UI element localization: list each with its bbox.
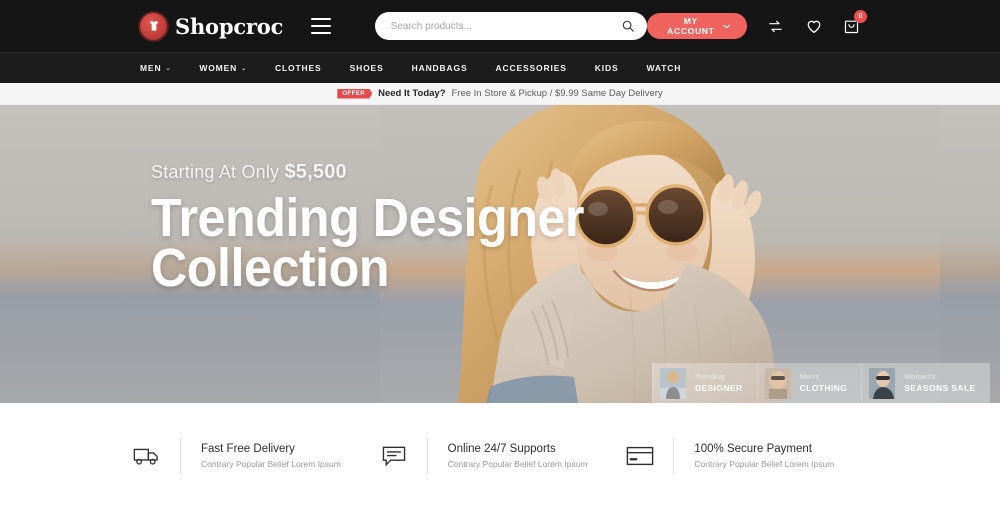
- promo-text: Trending DESIGNER: [695, 371, 743, 394]
- feature-title: Online 24/7 Supports: [447, 443, 556, 455]
- feature-online-support: Online 24/7 Supports Contrary Popular Be…: [377, 438, 624, 474]
- chevron-down-icon: ⌄: [241, 65, 248, 72]
- offer-badge: OFFER: [337, 88, 373, 99]
- promo-thumbnail: [660, 367, 686, 399]
- feature-fast-free-delivery: Fast Free Delivery Contrary Popular Beli…: [130, 438, 377, 474]
- hamburger-line: [311, 18, 331, 20]
- header-actions: MY ACCOUNT 0: [646, 10, 867, 39]
- nav-item-kids[interactable]: KIDS: [595, 63, 619, 73]
- nav-item-men[interactable]: MEN ⌄: [140, 63, 171, 73]
- my-account-button[interactable]: MY ACCOUNT: [646, 13, 748, 39]
- divider: [180, 438, 181, 474]
- nav-item-women[interactable]: WOMEN ⌄: [199, 63, 247, 73]
- nav-item-handbags[interactable]: HANDBAGS: [412, 63, 468, 73]
- feature-text: 100% Secure Payment Contrary Popular Bel…: [694, 443, 834, 469]
- hero-title-line-1: Trending Designer: [151, 188, 585, 248]
- tshirt-icon: [140, 12, 167, 40]
- nav-label: MEN: [140, 63, 162, 73]
- promo-subtitle: Men's: [799, 372, 820, 382]
- promo-card-seasons-sale[interactable]: Women's SEASONS SALE: [861, 363, 990, 403]
- promo-thumbnail: [869, 367, 896, 399]
- hero-kicker: Starting At Only $5,500: [151, 161, 617, 184]
- hero-price: $5,500: [284, 161, 347, 183]
- promo-card-clothing[interactable]: Men's CLOTHING: [756, 363, 862, 403]
- credit-card-icon: [623, 446, 657, 466]
- promo-text: Women's SEASONS SALE: [904, 371, 975, 394]
- nav-label: WOMEN: [199, 63, 238, 73]
- offer-banner: OFFER Need It Today? Free In Store & Pic…: [0, 83, 1000, 105]
- feature-title: 100% Secure Payment: [694, 443, 812, 455]
- logo[interactable]: Shopcroc: [140, 12, 284, 40]
- compare-arrows-icon[interactable]: [767, 16, 784, 36]
- chevron-down-icon: [723, 21, 730, 31]
- offer-headline: Need It Today?: [378, 88, 446, 99]
- delivery-truck-icon: [130, 445, 164, 467]
- divider: [673, 438, 675, 474]
- promo-subtitle: Trending: [695, 372, 725, 382]
- logo-text: Shopcroc: [175, 13, 284, 39]
- promo-text: Men's CLOTHING: [800, 371, 848, 394]
- hamburger-line: [311, 25, 331, 27]
- nav-item-shoes[interactable]: SHOES: [350, 63, 384, 73]
- hamburger-line: [311, 32, 331, 34]
- feature-title: Fast Free Delivery: [201, 443, 295, 455]
- hero-title: Trending Designer Collection: [151, 188, 585, 298]
- hamburger-icon[interactable]: [311, 18, 331, 34]
- nav-item-clothes[interactable]: CLOTHES: [275, 63, 322, 73]
- chat-bubble-icon: [377, 445, 411, 467]
- feature-subtitle: Contrary Popular Belief Lorem Ipsum: [447, 459, 588, 469]
- chevron-down-icon: ⌄: [165, 65, 172, 72]
- feature-subtitle: Contrary Popular Belief Lorem Ipsum: [694, 459, 835, 469]
- hero-banner: Starting At Only $5,500 Trending Designe…: [0, 105, 1000, 403]
- hero-copy: Starting At Only $5,500 Trending Designe…: [151, 161, 617, 298]
- promo-title: CLOTHING: [799, 382, 848, 393]
- promo-card-list: Trending DESIGNER Men's CLOTHING Women's…: [652, 363, 990, 403]
- promo-title: SEASONS SALE: [904, 382, 976, 393]
- promo-thumbnail: [764, 367, 791, 399]
- nav-item-watch[interactable]: WATCH: [646, 63, 681, 73]
- feature-text: Fast Free Delivery Contrary Popular Beli…: [201, 443, 341, 469]
- feature-strip: Fast Free Delivery Contrary Popular Beli…: [0, 403, 1000, 509]
- feature-text: Online 24/7 Supports Contrary Popular Be…: [448, 443, 588, 469]
- feature-secure-payment: 100% Secure Payment Contrary Popular Bel…: [623, 438, 870, 474]
- promo-subtitle: Women's: [904, 372, 936, 382]
- offer-detail: Free In Store & Pickup / $9.99 Same Day …: [451, 88, 663, 99]
- search-icon[interactable]: [621, 19, 635, 33]
- promo-card-designer[interactable]: Trending DESIGNER: [652, 363, 757, 403]
- nav-item-accessories[interactable]: ACCESSORIES: [496, 63, 567, 73]
- feature-subtitle: Contrary Popular Belief Lorem Ipsum: [201, 459, 341, 469]
- divider: [426, 438, 428, 474]
- cart-count-badge: 0: [853, 10, 867, 23]
- hero-kicker-prefix: Starting At Only: [151, 162, 285, 182]
- search-bar[interactable]: [374, 12, 647, 40]
- main-navigation: MEN ⌄ WOMEN ⌄ CLOTHES SHOES HANDBAGS ACC…: [0, 52, 1000, 83]
- promo-title: DESIGNER: [695, 382, 743, 393]
- search-input[interactable]: [390, 20, 621, 32]
- my-account-label: MY ACCOUNT: [667, 16, 715, 36]
- heart-icon[interactable]: [805, 16, 823, 36]
- site-header: Shopcroc MY ACCOUNT: [0, 0, 1000, 52]
- hero-title-line-2: Collection: [151, 237, 390, 298]
- cart-button[interactable]: 0: [843, 10, 867, 36]
